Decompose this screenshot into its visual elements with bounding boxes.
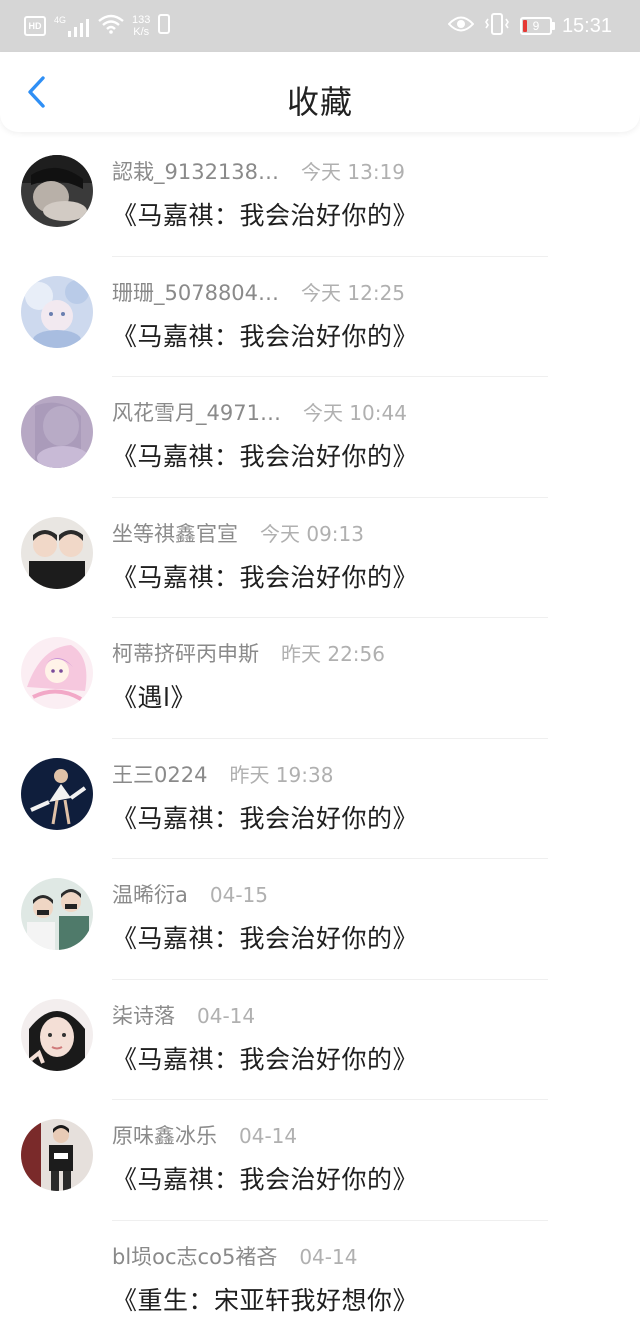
timestamp: 今天 09:13	[260, 518, 364, 547]
username[interactable]: 柒诗落	[112, 1000, 175, 1030]
timestamp: 昨天 22:56	[281, 638, 385, 667]
item-title[interactable]: 《马嘉祺：我会治好你的》	[112, 437, 418, 473]
avatar[interactable]	[21, 517, 93, 589]
username[interactable]: 柯蒂挤砰丙申斯	[112, 638, 259, 668]
list-item[interactable]: 柯蒂挤砰丙申斯 昨天 22:56 《遇l》	[0, 618, 640, 739]
item-title[interactable]: 《马嘉祺：我会治好你的》	[112, 1160, 418, 1196]
phone-icon	[158, 14, 170, 38]
meta-line: 認栽_9132138… 今天 13:19	[112, 156, 405, 186]
list-item[interactable]: 坐等祺鑫官宣 今天 09:13 《马嘉祺：我会治好你的》	[0, 498, 640, 619]
page-title: 收藏	[0, 52, 640, 148]
avatar[interactable]	[21, 396, 93, 468]
timestamp: 04-14	[197, 1004, 255, 1028]
item-title[interactable]: 《马嘉祺：我会治好你的》	[112, 799, 418, 835]
battery-icon: 9	[520, 17, 552, 35]
avatar[interactable]	[21, 1119, 93, 1191]
netspeed-unit: K/s	[133, 26, 149, 38]
meta-line: 坐等祺鑫官宣 今天 09:13	[112, 518, 364, 548]
meta-line: 王三0224 昨天 19:38	[112, 759, 333, 789]
avatar[interactable]	[21, 637, 93, 709]
username[interactable]: 認栽_9132138…	[112, 156, 279, 186]
meta-line: 珊珊_5078804… 今天 12:25	[112, 277, 405, 307]
timestamp: 今天 12:25	[301, 277, 405, 306]
list-item[interactable]: 王三0224 昨天 19:38 《马嘉祺：我会治好你的》	[0, 739, 640, 860]
timestamp: 今天 10:44	[303, 397, 407, 426]
timestamp: 04-14	[239, 1124, 297, 1148]
list-item[interactable]: 珊珊_5078804… 今天 12:25 《马嘉祺：我会治好你的》	[0, 257, 640, 378]
username[interactable]: 温晞衍a	[112, 879, 188, 909]
meta-line: 柯蒂挤砰丙申斯 昨天 22:56	[112, 638, 385, 668]
hd-icon: HD	[24, 16, 46, 36]
meta-line: 温晞衍a 04-15	[112, 879, 268, 909]
avatar[interactable]	[21, 758, 93, 830]
battery-level	[523, 20, 527, 32]
list-item[interactable]: bl埙oc志co5褚吝 04-14 《重生：宋亚轩我好想你》	[0, 1221, 640, 1341]
status-right: 9 15:31	[448, 0, 612, 52]
timestamp: 04-15	[210, 883, 268, 907]
username[interactable]: 风花雪月_4971…	[112, 397, 281, 427]
eye-icon	[448, 15, 474, 37]
meta-line: bl埙oc志co5褚吝 04-14	[112, 1241, 357, 1271]
item-title[interactable]: 《马嘉祺：我会治好你的》	[112, 317, 418, 353]
list-item[interactable]: 温晞衍a 04-15 《马嘉祺：我会治好你的》	[0, 859, 640, 980]
netspeed-value: 133	[132, 14, 150, 26]
timestamp: 昨天 19:38	[229, 759, 333, 788]
list-item[interactable]: 原味鑫冰乐 04-14 《马嘉祺：我会治好你的》	[0, 1100, 640, 1221]
netspeed: 133 K/s	[132, 14, 150, 38]
avatar[interactable]	[21, 276, 93, 348]
status-bar: HD 4G 133 K/s	[0, 0, 640, 52]
avatar[interactable]	[21, 155, 93, 227]
vibrate-icon	[484, 13, 510, 39]
list-item[interactable]: 認栽_9132138… 今天 13:19 《马嘉祺：我会治好你的》	[0, 136, 640, 257]
username[interactable]: 王三0224	[112, 759, 207, 789]
item-title[interactable]: 《重生：宋亚轩我好想你》	[112, 1281, 418, 1317]
username[interactable]: 原味鑫冰乐	[112, 1120, 217, 1150]
nav-bar: 收藏	[0, 52, 640, 132]
avatar[interactable]	[21, 878, 93, 950]
timestamp: 04-14	[299, 1245, 357, 1269]
username[interactable]: 坐等祺鑫官宣	[112, 518, 238, 548]
status-left: HD 4G 133 K/s	[24, 0, 170, 52]
item-title[interactable]: 《马嘉祺：我会治好你的》	[112, 196, 418, 232]
meta-line: 风花雪月_4971… 今天 10:44	[112, 397, 407, 427]
item-title[interactable]: 《遇l》	[112, 678, 196, 714]
battery-percent: 9	[533, 19, 540, 33]
meta-line: 柒诗落 04-14	[112, 1000, 255, 1030]
wifi-icon	[98, 14, 124, 38]
signal-icon: 4G	[54, 15, 90, 37]
favorites-list: 認栽_9132138… 今天 13:19 《马嘉祺：我会治好你的》 珊珊_507…	[0, 136, 640, 1341]
username[interactable]: bl埙oc志co5褚吝	[112, 1241, 277, 1271]
clock: 15:31	[562, 15, 612, 38]
avatar[interactable]	[21, 999, 93, 1071]
username[interactable]: 珊珊_5078804…	[112, 277, 279, 307]
item-title[interactable]: 《马嘉祺：我会治好你的》	[112, 1040, 418, 1076]
item-title[interactable]: 《马嘉祺：我会治好你的》	[112, 919, 418, 955]
item-title[interactable]: 《马嘉祺：我会治好你的》	[112, 558, 418, 594]
list-item[interactable]: 风花雪月_4971… 今天 10:44 《马嘉祺：我会治好你的》	[0, 377, 640, 498]
timestamp: 今天 13:19	[301, 156, 405, 185]
meta-line: 原味鑫冰乐 04-14	[112, 1120, 297, 1150]
list-item[interactable]: 柒诗落 04-14 《马嘉祺：我会治好你的》	[0, 980, 640, 1101]
